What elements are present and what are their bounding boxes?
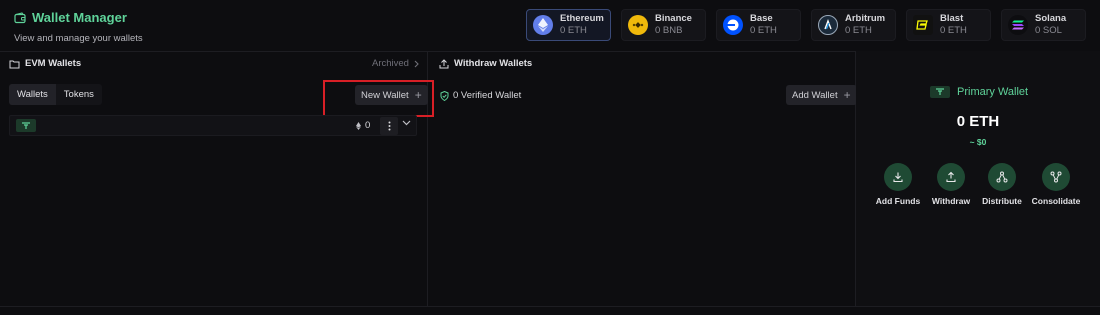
primary-wallet-usd: ~ $0 (969, 137, 987, 147)
primary-wallet-header: Primary Wallet (930, 86, 1028, 98)
chain-balance: 0 ETH (750, 25, 777, 36)
withdraw-wallets-label: Withdraw Wallets (454, 58, 533, 69)
chain-binance[interactable]: Binance 0 BNB (621, 9, 706, 41)
primary-wallet-balance: 0 ETH (956, 113, 1000, 130)
wallet-icon (14, 11, 26, 23)
chain-balance: 0 ETH (560, 25, 587, 36)
wallet-tag-icon (16, 119, 36, 132)
chain-ethereum[interactable]: Ethereum 0 ETH (526, 9, 611, 41)
highlight-box (323, 80, 434, 117)
chain-name: Binance (655, 13, 692, 24)
page-subtitle: View and manage your wallets (14, 33, 143, 44)
chain-blast[interactable]: Blast 0 ETH (906, 9, 991, 41)
tab-wallets[interactable]: Wallets (9, 84, 56, 105)
chain-name: Arbitrum (845, 13, 886, 24)
brand: Wallet Manager View and manage your wall… (14, 10, 143, 44)
add-funds-label: Add Funds (875, 196, 921, 206)
consolidate-icon (1042, 163, 1070, 191)
chain-balance: 0 BNB (655, 25, 683, 36)
wallet-row[interactable]: 0 (9, 115, 417, 136)
arbitrum-logo-icon (818, 15, 838, 35)
eth-icon (356, 121, 361, 130)
chevron-down-icon[interactable] (402, 120, 411, 126)
chain-base[interactable]: Base 0 ETH (716, 9, 801, 41)
shield-check-icon (440, 90, 449, 101)
more-vertical-icon (388, 121, 390, 131)
chain-name: Blast (940, 13, 964, 24)
plus-icon: + (843, 88, 851, 102)
distribute-icon (988, 163, 1016, 191)
primary-wallet-title: Primary Wallet (957, 86, 1029, 98)
archived-label: Archived (372, 58, 409, 69)
binance-logo-icon (628, 15, 648, 35)
evm-wallets-label: EVM Wallets (25, 58, 82, 69)
chain-balance: 0 ETH (845, 25, 872, 36)
withdraw-label: Withdraw (931, 196, 971, 206)
wallet-count: 0 (356, 120, 370, 131)
chain-solana[interactable]: Solana 0 SOL (1001, 9, 1086, 41)
more-options-button[interactable] (380, 117, 398, 135)
distribute-button[interactable]: Distribute (972, 163, 1032, 206)
upload-icon (439, 58, 449, 68)
withdraw-wallets-title: Withdraw Wallets (439, 58, 532, 69)
folder-icon (9, 60, 20, 68)
add-wallet-button[interactable]: Add Wallet + (786, 85, 857, 105)
add-funds-button[interactable]: Add Funds (868, 163, 928, 206)
divider (0, 306, 1100, 307)
chain-balance: 0 ETH (940, 25, 967, 36)
verified-wallet-count: 0 Verified Wallet (440, 90, 521, 101)
wallet-tag-icon (930, 86, 950, 98)
chain-balance: 0 SOL (1035, 25, 1062, 36)
upload-icon (937, 163, 965, 191)
consolidate-label: Consolidate (1031, 196, 1081, 206)
wallet-count-value: 0 (365, 120, 371, 131)
distribute-label: Distribute (982, 196, 1022, 206)
chain-selector: Ethereum 0 ETH Binance 0 BNB Base 0 ETH (526, 9, 1086, 41)
chain-name: Ethereum (560, 13, 604, 24)
download-icon (884, 163, 912, 191)
base-logo-icon (723, 15, 743, 35)
consolidate-button[interactable]: Consolidate (1026, 163, 1086, 206)
ethereum-logo-icon (533, 15, 553, 35)
tab-tokens[interactable]: Tokens (55, 84, 102, 105)
chain-arbitrum[interactable]: Arbitrum 0 ETH (811, 9, 896, 41)
solana-logo-icon (1008, 15, 1028, 35)
archived-link[interactable]: Archived (372, 58, 419, 69)
chain-name: Solana (1035, 13, 1067, 24)
verified-label: 0 Verified Wallet (453, 90, 522, 101)
chain-name: Base (750, 13, 773, 24)
evm-wallets-title: EVM Wallets (9, 58, 81, 69)
evm-tabs: Wallets Tokens (9, 84, 102, 105)
chevron-right-icon (414, 60, 419, 67)
blast-logo-icon (913, 15, 933, 35)
add-wallet-label: Add Wallet (792, 89, 838, 101)
page-title: Wallet Manager (32, 10, 127, 25)
app-header: Wallet Manager View and manage your wall… (0, 0, 1100, 50)
